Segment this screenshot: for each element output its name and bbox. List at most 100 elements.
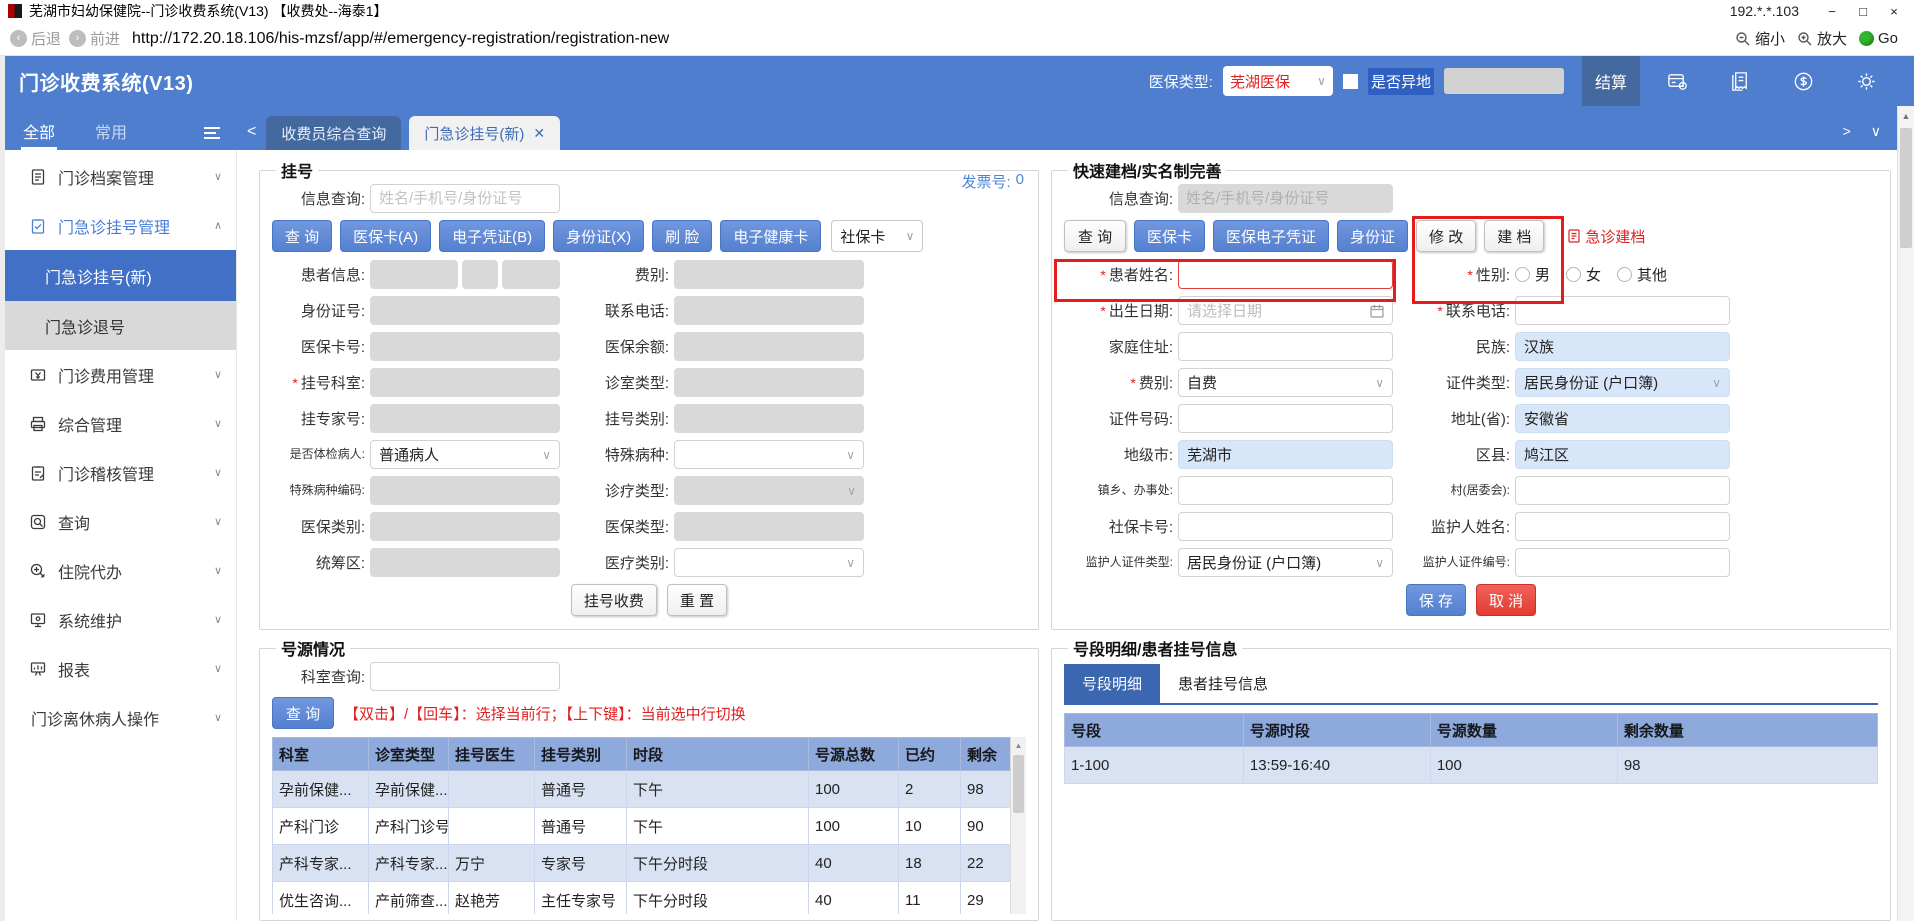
sidebar-item-registration-new[interactable]: 门急诊挂号(新) [5,250,236,301]
back-button[interactable]: ‹ 后退 [10,28,61,49]
medical-class-select[interactable]: ∨ [674,548,864,577]
tab-registration-new[interactable]: 门急诊挂号(新) ✕ [409,116,561,150]
guardian-cert-type-select[interactable]: 居民身份证 (户口簿) ∨ [1178,548,1393,577]
guardian-name-input[interactable] [1515,512,1730,541]
tab-segment-detail[interactable]: 号段明细 [1064,664,1161,703]
treat-type-label: 诊疗类型: [604,483,669,500]
quick-query-button[interactable]: 查 询 [1064,220,1126,252]
reg-query-button[interactable]: 查 询 [272,220,333,252]
chevron-down-icon: ∨ [213,467,222,479]
create-profile-button[interactable]: 建 档 [1484,220,1545,252]
special-disease-select[interactable]: ∨ [674,440,864,469]
scroll-up-icon[interactable]: ▲ [1011,737,1026,750]
settle-button[interactable]: 结算 [1581,56,1640,106]
quick-insurance-card-button[interactable]: 医保卡 [1134,220,1206,252]
patient-name-input[interactable] [1178,260,1393,289]
home-address-input[interactable] [1178,332,1393,361]
sidebar-item-general-mgmt[interactable]: 综合管理 ∨ [5,399,236,448]
scrollbar-thumb[interactable] [1013,755,1024,813]
social-card-select[interactable]: 社保卡 ∨ [831,220,924,252]
cancel-button[interactable]: 取 消 [1476,584,1537,616]
table-row[interactable]: 孕前保健... 孕前保健... 普通号 下午 100 2 98 [272,770,1026,808]
go-button[interactable]: Go [1858,30,1898,47]
zoom-out-button[interactable]: 缩小 [1735,28,1785,49]
slot-table-scrollbar[interactable]: ▲ [1010,737,1026,914]
sidebar-collapse-chevron[interactable]: < [247,123,256,141]
table-row[interactable]: 产科门诊 产科门诊号 普通号 下午 100 10 90 [272,807,1026,845]
table-row[interactable]: 产科专家... 产科专家... 万宁 专家号 下午分时段 40 18 22 [272,844,1026,882]
quick-id-card-button[interactable]: 身份证 [1337,220,1409,252]
forward-button[interactable]: › 前进 [69,28,120,49]
cert-number-input[interactable] [1178,404,1393,433]
scroll-up-icon[interactable]: ▲ [1898,106,1914,121]
city-field[interactable]: 芜湖市 [1178,440,1393,469]
village-input[interactable] [1515,476,1730,505]
close-button[interactable]: × [1882,4,1906,19]
minimize-button[interactable]: − [1820,4,1844,19]
sidebar-item-retired-patient[interactable]: 门诊离休病人操作 ∨ [5,693,236,742]
gender-female-radio[interactable] [1566,267,1582,282]
gender-male-radio[interactable] [1515,267,1530,282]
sidebar-item-registration-refund[interactable]: 门急诊退号 [5,301,236,350]
township-input[interactable] [1178,476,1393,505]
sidebar-item-audit-mgmt[interactable]: 门诊稽核管理 ∨ [5,448,236,497]
nation-field[interactable]: 汉族 [1515,332,1730,361]
remote-area-input[interactable] [1443,68,1564,94]
reg-e-health-card-button[interactable]: 电子健康卡 [720,220,822,252]
tab-menu-chevron[interactable]: ∨ [1871,123,1881,140]
contact-phone-input[interactable] [1515,296,1730,325]
hamburger-icon [204,127,220,139]
reg-insurance-card-button[interactable]: 医保卡(A) [340,220,432,252]
reg-charge-button[interactable]: 挂号收费 [570,584,657,616]
sidebar-item-registration-mgmt[interactable]: 门急诊挂号管理 ∧ [5,201,236,250]
sidebar-tab-common[interactable]: 常用 [93,111,129,150]
reg-info-query-input[interactable] [370,184,560,213]
reg-face-scan-button[interactable]: 刷 脸 [652,220,713,252]
close-tab-icon[interactable]: ✕ [533,125,545,142]
receipt-icon[interactable] [1729,70,1752,93]
emergency-create-link[interactable]: 急诊建档 [1568,226,1645,247]
sidebar-item-system-maintenance[interactable]: 系统维护 ∨ [5,595,236,644]
sidebar-tab-all[interactable]: 全部 [21,111,58,150]
county-field[interactable]: 鸠江区 [1515,440,1730,469]
dept-query-input[interactable] [370,662,560,691]
reg-e-voucher-button[interactable]: 电子凭证(B) [439,220,546,252]
tab-cashier-query[interactable]: 收费员综合查询 [266,116,402,150]
guardian-cert-no-input[interactable] [1515,548,1730,577]
card-reader-icon[interactable] [1666,70,1689,93]
insurance-type-select[interactable]: 芜湖医保 ∨ [1222,66,1333,96]
sidebar-item-inpatient-agency[interactable]: 住院代办 ∨ [5,546,236,595]
zoom-in-button[interactable]: 放大 [1797,28,1847,49]
quick-ins-e-voucher-button[interactable]: 医保电子凭证 [1213,220,1330,252]
gear-icon[interactable] [1855,70,1878,93]
tab-patient-registration-info[interactable]: 患者挂号信息 [1160,664,1286,703]
is-remote-checkbox[interactable] [1342,73,1358,89]
exam-patient-select[interactable]: 普通病人 ∨ [370,440,560,469]
reset-button[interactable]: 重 置 [666,584,728,616]
reg-id-card-button[interactable]: 身份证(X) [553,220,645,252]
table-row[interactable]: 1-100 13:59-16:40 100 98 [1064,746,1879,784]
address-bar[interactable]: http://172.20.18.106/his-mzsf/app/#/emer… [132,30,1727,48]
menu-collapse-button[interactable] [203,126,221,150]
sidebar-item-query[interactable]: 查询 ∨ [5,497,236,546]
fee-type-select[interactable]: 自费 ∨ [1178,368,1393,397]
coin-dollar-icon[interactable] [1792,70,1815,93]
registration-panel: 挂号 发票号: 0 信息查询: 查 询 医保卡(A) 电子凭证(B) [259,158,1039,630]
tab-scroll-right-chevron[interactable]: > [1843,123,1851,140]
scrollbar-thumb[interactable] [1900,128,1912,248]
table-row[interactable]: 优生咨询... 产前筛查... 赵艳芳 主任专家号 下午分时段 40 11 29 [272,881,1026,914]
cert-type-select[interactable]: 居民身份证 (户口簿) ∨ [1515,368,1730,397]
birth-date-picker[interactable]: 请选择日期 [1178,296,1393,325]
window-scrollbar[interactable]: ▲ [1897,106,1914,921]
gender-other-radio[interactable] [1617,267,1633,282]
reg-dept-field[interactable] [370,368,560,397]
sidebar-item-archive[interactable]: 门诊档案管理 ∨ [5,152,236,201]
slot-query-button[interactable]: 查 询 [272,697,334,729]
modify-button[interactable]: 修 改 [1416,220,1477,252]
province-field[interactable]: 安徽省 [1515,404,1730,433]
save-button[interactable]: 保 存 [1405,584,1466,616]
sidebar-item-fee-mgmt[interactable]: 门诊费用管理 ∨ [5,350,236,399]
sidebar-item-reports[interactable]: 报表 ∨ [5,644,236,693]
maximize-button[interactable]: □ [1851,4,1875,19]
social-card-input[interactable] [1178,512,1393,541]
